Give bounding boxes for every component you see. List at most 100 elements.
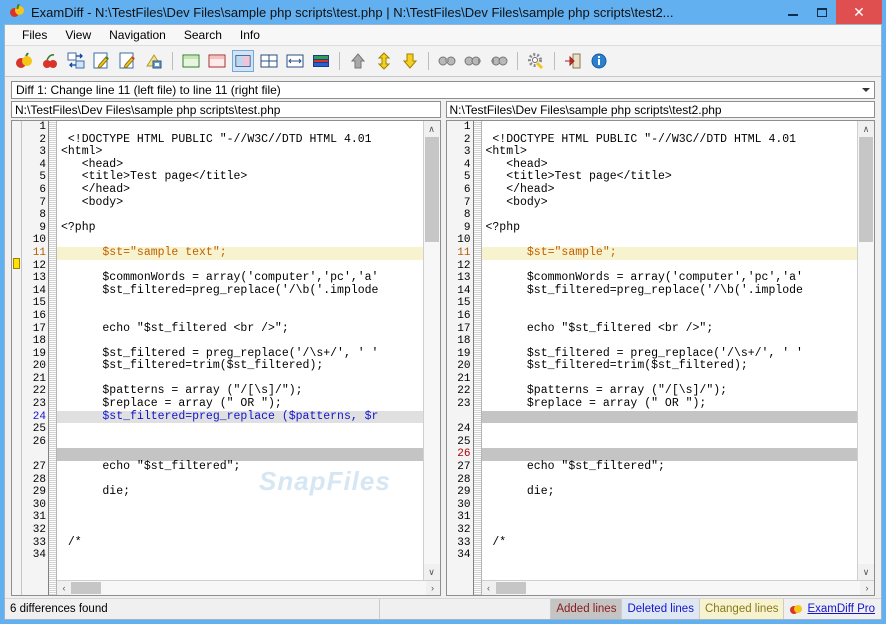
code-line[interactable] <box>57 297 423 310</box>
edit-left-file-icon[interactable] <box>91 50 113 72</box>
save-icon[interactable] <box>143 50 165 72</box>
code-line[interactable]: <!DOCTYPE HTML PUBLIC "-//W3C//DTD HTML … <box>482 133 858 147</box>
code-line[interactable] <box>57 549 423 562</box>
code-line[interactable] <box>482 310 858 323</box>
hscroll-thumb[interactable] <box>71 582 101 594</box>
find-next-icon[interactable] <box>462 50 484 72</box>
right-vertical-scrollbar[interactable]: ∧ ∨ <box>857 121 874 580</box>
scroll-right-button[interactable]: › <box>426 581 440 595</box>
find-icon[interactable] <box>436 50 458 72</box>
code-line[interactable] <box>57 209 423 222</box>
left-file-path[interactable]: N:\TestFiles\Dev Files\sample php script… <box>11 101 441 118</box>
left-vertical-scrollbar[interactable]: ∧ ∨ <box>422 121 440 580</box>
code-line[interactable]: $commonWords = array('computer','pc','a' <box>482 272 858 285</box>
code-line[interactable]: <html> <box>482 146 858 159</box>
view-side-by-side-icon[interactable] <box>232 50 254 72</box>
code-line[interactable]: echo "$st_filtered"; <box>57 460 423 474</box>
exit-icon[interactable] <box>562 50 584 72</box>
code-line[interactable] <box>482 549 858 562</box>
code-line[interactable] <box>57 436 423 449</box>
code-line[interactable] <box>57 499 423 512</box>
view-left-only-icon[interactable] <box>180 50 202 72</box>
code-line[interactable]: <body> <box>57 196 423 210</box>
close-button[interactable]: ✕ <box>836 0 882 24</box>
options-gear-icon[interactable] <box>525 50 547 72</box>
code-line[interactable] <box>482 121 858 134</box>
code-line[interactable] <box>57 524 423 537</box>
examdiff-pro-link-label[interactable]: ExamDiff Pro <box>807 603 875 615</box>
about-info-icon[interactable] <box>588 50 610 72</box>
edit-right-file-icon[interactable] <box>117 50 139 72</box>
scroll-thumb[interactable] <box>859 137 873 242</box>
view-grid-icon[interactable] <box>258 50 280 72</box>
scroll-up-button[interactable]: ∧ <box>858 121 874 137</box>
down-arrow-icon[interactable] <box>399 50 421 72</box>
menu-item-info[interactable]: Info <box>231 26 269 44</box>
code-line[interactable]: echo "$st_filtered <br />"; <box>57 322 423 336</box>
code-line[interactable] <box>482 297 858 310</box>
previous-difference-icon[interactable] <box>347 50 369 72</box>
code-line[interactable] <box>482 436 858 449</box>
view-right-only-icon[interactable] <box>206 50 228 72</box>
right-horizontal-scrollbar[interactable]: ‹ › <box>481 580 874 595</box>
code-line[interactable]: </head> <box>482 183 858 197</box>
scroll-left-button[interactable]: ‹ <box>482 581 496 595</box>
code-line[interactable]: $replace = array (" OR "); <box>57 397 423 411</box>
right-file-path[interactable]: N:\TestFiles\Dev Files\sample php script… <box>445 101 875 118</box>
recompare-icon[interactable] <box>65 50 87 72</box>
menu-item-view[interactable]: View <box>56 26 100 44</box>
code-line[interactable] <box>482 209 858 222</box>
compare-directories-icon[interactable] <box>39 50 61 72</box>
code-line[interactable] <box>482 423 858 436</box>
code-line[interactable]: /* <box>482 536 858 550</box>
code-line[interactable]: <?php <box>57 221 423 235</box>
right-code-view[interactable]: <!DOCTYPE HTML PUBLIC "-//W3C//DTD HTML … <box>481 121 858 580</box>
scroll-track[interactable] <box>423 137 440 564</box>
scroll-down-button[interactable]: ∨ <box>858 564 874 580</box>
code-line[interactable] <box>482 335 858 348</box>
chevron-down-icon[interactable] <box>862 88 870 92</box>
code-line[interactable]: $st_filtered=preg_replace('/\b('.implode <box>57 284 423 298</box>
code-line[interactable]: <body> <box>482 196 858 210</box>
code-line[interactable]: <!DOCTYPE HTML PUBLIC "-//W3C//DTD HTML … <box>57 133 423 147</box>
hscroll-thumb[interactable] <box>495 582 526 594</box>
code-line[interactable] <box>482 499 858 512</box>
code-line[interactable]: $st_filtered=trim($st_filtered); <box>57 360 423 373</box>
next-difference-icon[interactable] <box>373 50 395 72</box>
code-line[interactable]: die; <box>57 486 423 499</box>
code-line[interactable]: echo "$st_filtered"; <box>482 460 858 474</box>
code-line[interactable] <box>482 511 858 524</box>
scroll-up-button[interactable]: ∧ <box>423 121 440 137</box>
menu-item-search[interactable]: Search <box>175 26 231 44</box>
code-line[interactable]: <?php <box>482 221 858 235</box>
compare-files-icon[interactable] <box>13 50 35 72</box>
code-line[interactable]: echo "$st_filtered <br />"; <box>482 322 858 336</box>
diff-select[interactable]: Diff 1: Change line 11 (left file) to li… <box>11 81 875 99</box>
code-line[interactable] <box>481 410 857 424</box>
hscroll-track[interactable] <box>495 581 860 595</box>
view-stacked-icon[interactable] <box>310 50 332 72</box>
view-horizontal-split-icon[interactable] <box>284 50 306 72</box>
code-line[interactable]: </head> <box>57 183 423 197</box>
code-line[interactable]: $st="sample"; <box>481 246 857 260</box>
scroll-track[interactable] <box>858 137 874 564</box>
code-line[interactable]: $st="sample text"; <box>57 246 423 260</box>
code-line[interactable]: $st_filtered=preg_replace('/\b('.implode <box>482 284 858 298</box>
change-marker[interactable] <box>13 258 20 269</box>
code-line[interactable]: $commonWords = array('computer','pc','a' <box>57 272 423 285</box>
code-line[interactable]: <html> <box>57 146 423 159</box>
left-horizontal-scrollbar[interactable]: ‹ › <box>57 580 440 595</box>
code-line[interactable]: $st_filtered=preg_replace ($patterns, $r <box>57 410 423 424</box>
code-line[interactable] <box>482 524 858 537</box>
menu-item-files[interactable]: Files <box>13 26 56 44</box>
code-line[interactable] <box>57 335 423 348</box>
code-line[interactable]: $replace = array (" OR "); <box>482 397 858 411</box>
scroll-thumb[interactable] <box>424 137 439 242</box>
code-line[interactable]: /* <box>57 536 423 550</box>
minimize-button[interactable] <box>778 0 807 24</box>
find-previous-icon[interactable] <box>488 50 510 72</box>
examdiff-pro-link[interactable]: ExamDiff Pro <box>784 599 881 619</box>
code-line[interactable] <box>57 511 423 524</box>
code-line[interactable] <box>57 121 423 134</box>
maximize-button[interactable] <box>807 0 836 24</box>
